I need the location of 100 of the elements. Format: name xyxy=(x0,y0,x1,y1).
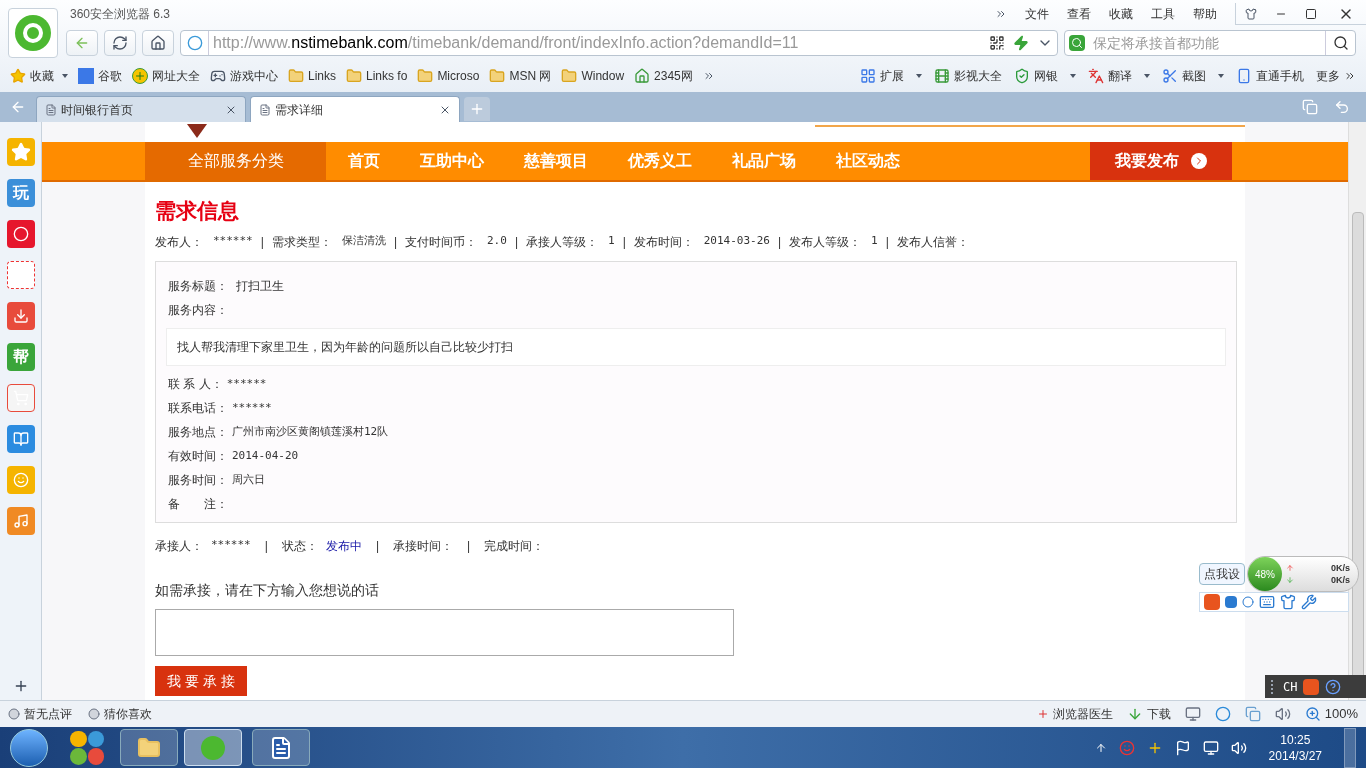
page-icon xyxy=(45,103,57,116)
home-button[interactable] xyxy=(142,30,174,56)
double-chevron-icon[interactable] xyxy=(702,70,715,82)
download-link[interactable]: 下载 xyxy=(1146,705,1171,723)
bookmark-item[interactable]: MSN 网 xyxy=(509,67,552,85)
browser-doctor-link[interactable]: 浏览器医生 xyxy=(1052,705,1113,723)
toolbar-item[interactable]: 更多 xyxy=(1316,67,1340,85)
lightning-icon[interactable] xyxy=(1013,35,1029,51)
clock-time[interactable]: 10:25 xyxy=(1280,731,1311,748)
browser-tab[interactable]: 需求详细 xyxy=(250,96,460,122)
home-icon xyxy=(150,35,166,51)
address-bar[interactable]: http://www.nstimebank.com/timebank/demand/front/indexInfo.action?demandId=11 xyxy=(180,30,1058,56)
keyboard-icon[interactable] xyxy=(1259,594,1275,610)
publish-button[interactable]: 我要发布 xyxy=(1090,142,1232,180)
menu-item[interactable]: 帮助 xyxy=(1193,5,1217,23)
menu-item[interactable]: 收藏 xyxy=(1109,5,1133,23)
maximize-icon[interactable] xyxy=(1305,7,1317,20)
zoom-icon[interactable] xyxy=(1304,706,1321,722)
monitor-icon[interactable] xyxy=(1184,706,1201,722)
folder-taskbar-button[interactable] xyxy=(120,729,178,766)
field-label: 服务内容： xyxy=(168,302,228,319)
field-label: 服务标题： xyxy=(168,278,228,295)
circle-icon[interactable] xyxy=(88,708,100,720)
scrollbar[interactable] xyxy=(1348,122,1366,700)
bookmark-item[interactable]: Links xyxy=(308,67,336,85)
wrench-icon[interactable] xyxy=(1301,594,1317,610)
field-label: 服务地点： xyxy=(168,424,228,441)
field-value: 保洁清洗 xyxy=(341,233,386,249)
flag-icon[interactable] xyxy=(1174,739,1191,756)
field-label: 服务时间： xyxy=(168,472,228,489)
message-textarea[interactable] xyxy=(155,609,734,656)
help-icon[interactable] xyxy=(1325,678,1342,695)
caret-icon[interactable] xyxy=(1218,74,1224,78)
toolbar-item[interactable]: 截图 xyxy=(1182,67,1206,85)
network-icon[interactable] xyxy=(1202,739,1219,756)
start-button[interactable] xyxy=(10,728,48,767)
field-value: 2014-04-20 xyxy=(232,447,299,464)
caret-icon[interactable] xyxy=(1070,74,1076,78)
zoom-level[interactable]: 100% xyxy=(1324,704,1358,724)
show-desktop-button[interactable] xyxy=(1344,727,1356,768)
at-icon[interactable] xyxy=(6,261,35,289)
plus-icon[interactable] xyxy=(1036,708,1049,720)
caret-icon[interactable] xyxy=(1144,74,1150,78)
field-label: 有效时间： xyxy=(168,448,228,465)
toolbar-item[interactable]: 扩展 xyxy=(880,67,904,85)
speed-meter-widget[interactable]: 48% 0K/s 0K/s xyxy=(1247,556,1359,592)
field-label: 联系电话： xyxy=(168,400,228,417)
bookmark-item[interactable]: 网址大全 xyxy=(152,67,200,85)
book-icon[interactable] xyxy=(6,425,35,453)
browser-taskbar-button[interactable] xyxy=(184,729,242,766)
field-value: 发布中 xyxy=(325,538,362,555)
toolbar-item[interactable]: 翻译 xyxy=(1108,67,1132,85)
bookmark-item[interactable]: Microso xyxy=(437,67,480,85)
qr-code-icon[interactable] xyxy=(989,35,1005,51)
caret-icon[interactable] xyxy=(916,74,922,78)
download-icon[interactable] xyxy=(6,302,35,330)
cart-icon[interactable] xyxy=(6,384,35,412)
toolbar-item[interactable]: 直通手机 xyxy=(1256,67,1304,85)
accept-button[interactable]: 我 要 承 接 xyxy=(155,666,247,696)
volume-icon[interactable] xyxy=(1274,706,1291,722)
separator: | xyxy=(264,538,268,555)
bookmark-item[interactable]: Links fo xyxy=(366,67,408,85)
status-item[interactable]: 猜你喜欢 xyxy=(104,705,152,723)
toolbar-item[interactable]: 网银 xyxy=(1034,67,1058,85)
bookmark-item[interactable]: 谷歌 xyxy=(98,67,122,85)
volume-icon[interactable] xyxy=(1230,739,1247,756)
field-value: 周六日 xyxy=(232,471,265,488)
show-hidden-icon[interactable] xyxy=(1094,741,1107,754)
document-taskbar-button[interactable] xyxy=(252,729,310,766)
menu-item[interactable]: 工具 xyxy=(1151,5,1175,23)
sidebar-toggle-icon[interactable] xyxy=(10,99,26,115)
browser-tab[interactable]: 时间银行首页 xyxy=(36,96,246,122)
shirt-icon[interactable] xyxy=(1280,594,1296,610)
tooltip-bubble[interactable]: 点我设 xyxy=(1199,563,1245,585)
field-value: 2.0 xyxy=(487,233,507,249)
separator: | xyxy=(514,234,518,251)
shirt-icon[interactable] xyxy=(1245,7,1257,20)
bookmark-item[interactable]: 游戏中心 xyxy=(230,67,278,85)
search-field[interactable]: 保定将承接首都功能 xyxy=(1064,30,1356,56)
bookmark-item[interactable]: Window xyxy=(581,67,625,85)
language-indicator[interactable]: CH xyxy=(1283,677,1298,696)
colored-circles-icon[interactable] xyxy=(70,730,104,765)
status-item[interactable]: 暂无点评 xyxy=(24,705,72,723)
search-input[interactable]: 保定将承接首都功能 xyxy=(1085,32,1325,54)
caret-icon[interactable] xyxy=(62,74,68,78)
folder-icon xyxy=(288,68,304,84)
field-label: 联 系 人： xyxy=(168,376,223,393)
refresh-button[interactable] xyxy=(104,30,136,56)
menu-item[interactable]: 查看 xyxy=(1067,5,1091,23)
circle-icon[interactable] xyxy=(8,708,20,720)
double-chevron-icon[interactable] xyxy=(1344,70,1356,82)
clock-date[interactable]: 2014/3/27 xyxy=(1268,747,1322,764)
globe-icon xyxy=(186,35,203,51)
bookmark-item[interactable]: 收藏 xyxy=(30,67,54,85)
toolbar-item[interactable]: 影视大全 xyxy=(954,67,1002,85)
double-chevron-icon[interactable] xyxy=(995,8,1007,20)
search-engine-icon[interactable] xyxy=(1069,35,1085,51)
music-icon[interactable] xyxy=(6,507,35,535)
menu-item[interactable]: 文件 xyxy=(1025,5,1049,23)
bookmark-item[interactable]: 2345网 xyxy=(654,67,693,85)
